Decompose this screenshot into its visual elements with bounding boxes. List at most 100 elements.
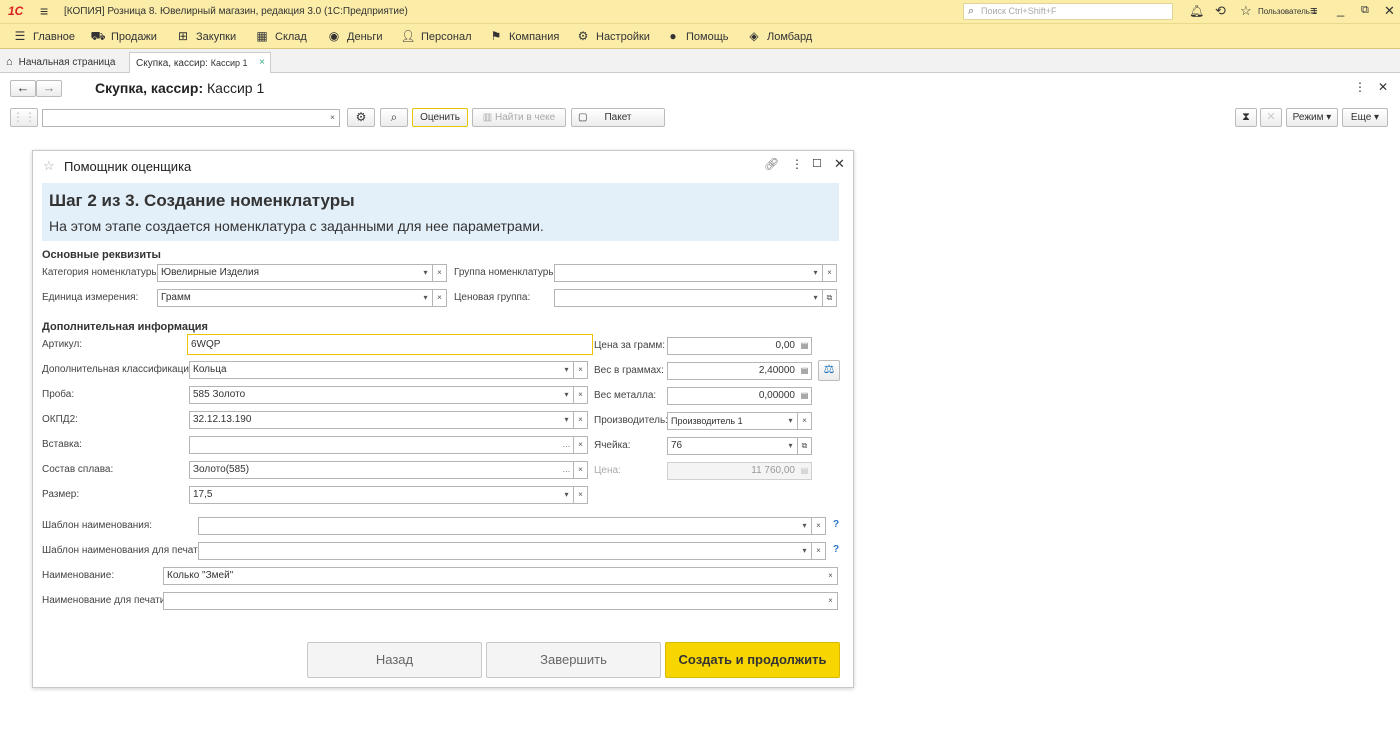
article-field[interactable]: 6WQP: [187, 334, 593, 355]
clear-icon[interactable]: ×: [433, 264, 447, 282]
dropdown-icon[interactable]: ▾: [798, 517, 812, 535]
print-name-field[interactable]: [163, 592, 825, 610]
size-field[interactable]: 17,5: [189, 486, 561, 504]
clear-icon[interactable]: ×: [824, 567, 838, 585]
clear-icon[interactable]: ×: [798, 412, 812, 430]
cell-field[interactable]: 76: [667, 437, 785, 455]
clear-icon[interactable]: ×: [574, 361, 588, 379]
keypad-button[interactable]: ⋮⋮: [10, 108, 38, 127]
menu-item-warehouse[interactable]: ▦ Склад: [254, 24, 307, 49]
forward-nav-button[interactable]: →: [36, 80, 62, 97]
back-button[interactable]: Назад: [307, 642, 482, 678]
extra-class-field[interactable]: Кольца: [189, 361, 561, 379]
history-icon[interactable]: ⟲: [1215, 3, 1226, 19]
calculator-icon[interactable]: ▤: [798, 337, 812, 355]
clear-icon[interactable]: ×: [812, 542, 826, 560]
dropdown-icon[interactable]: ▾: [419, 289, 433, 307]
dropdown-icon[interactable]: ▾: [809, 289, 823, 307]
clear-icon[interactable]: ×: [326, 109, 340, 127]
favorites-icon[interactable]: ☆: [1240, 3, 1252, 19]
calculator-icon[interactable]: ▤: [798, 387, 812, 405]
weight-grams-field[interactable]: 2,40000: [667, 362, 799, 380]
clear-icon[interactable]: ×: [433, 289, 447, 307]
alloy-field[interactable]: Золото(585): [189, 461, 561, 479]
category-field[interactable]: Ювелирные Изделия: [157, 264, 420, 282]
dropdown-icon[interactable]: ▾: [419, 264, 433, 282]
dropdown-icon[interactable]: ▾: [798, 542, 812, 560]
probe-field[interactable]: 585 Золото: [189, 386, 561, 404]
main-menu-icon[interactable]: ≡: [40, 3, 48, 19]
link-icon[interactable]: 🔗︎: [764, 157, 779, 171]
menu-item-sales[interactable]: ⛟ Продажи: [90, 24, 157, 49]
clear-icon[interactable]: ×: [824, 592, 838, 610]
find-in-receipt-button[interactable]: ▥ Найти в чеке: [472, 108, 566, 127]
clear-icon[interactable]: ×: [574, 436, 588, 454]
settings-menu-icon[interactable]: ≡: [1310, 3, 1318, 18]
dropdown-icon[interactable]: ▾: [560, 411, 574, 429]
dropdown-icon[interactable]: ▾: [809, 264, 823, 282]
global-search-input[interactable]: ⌕ Поиск Ctrl+Shift+F: [963, 3, 1173, 20]
print-template-field[interactable]: [198, 542, 799, 560]
dropdown-icon[interactable]: ▾: [784, 437, 798, 455]
group-field[interactable]: [554, 264, 810, 282]
manufacturer-field[interactable]: Производитель 1: [667, 412, 785, 430]
menu-item-purchases[interactable]: ⊞ Закупки: [175, 24, 236, 49]
dropdown-icon[interactable]: ▾: [560, 486, 574, 504]
dropdown-icon[interactable]: ▾: [560, 361, 574, 379]
evaluate-button[interactable]: Оценить: [412, 108, 468, 127]
notifications-icon[interactable]: 🔔︎: [1189, 4, 1204, 18]
price-group-field[interactable]: [554, 289, 810, 307]
search-button[interactable]: ⌕: [380, 108, 408, 127]
finish-button[interactable]: Завершить: [486, 642, 661, 678]
menu-item-personnel[interactable]: 👤︎ Персонал: [400, 24, 471, 49]
name-field[interactable]: Колько "Змей": [163, 567, 825, 585]
price-per-gram-field[interactable]: 0,00: [667, 337, 799, 355]
settings-button[interactable]: ⚙: [347, 108, 375, 127]
menu-item-pawnshop[interactable]: ◈ Ломбард: [746, 24, 812, 49]
clear-icon[interactable]: ×: [574, 386, 588, 404]
maximize-icon[interactable]: ☐: [812, 157, 822, 170]
calculator-icon[interactable]: ▤: [798, 362, 812, 380]
open-icon[interactable]: ⧉: [823, 289, 837, 307]
more-vertical-icon[interactable]: ⋮: [791, 157, 803, 171]
clear-icon[interactable]: ×: [574, 411, 588, 429]
clear-icon[interactable]: ×: [574, 461, 588, 479]
mode-dropdown[interactable]: Режим ▾: [1286, 108, 1338, 127]
cancel-x-button[interactable]: ✕: [1260, 108, 1282, 127]
metal-weight-field[interactable]: 0,00000: [667, 387, 799, 405]
restore-icon[interactable]: ⧉: [1361, 4, 1369, 17]
user-name[interactable]: Пользователь 1: [1258, 7, 1317, 16]
hourglass-button[interactable]: ⧗: [1235, 108, 1257, 127]
window-close-icon[interactable]: ✕: [1378, 80, 1388, 94]
menu-item-money[interactable]: ◉ Деньги: [326, 24, 383, 49]
select-icon[interactable]: …: [560, 436, 574, 454]
tab-home[interactable]: ⌂ Начальная страница: [6, 52, 126, 73]
menu-item-settings[interactable]: ⚙ Настройки: [575, 24, 650, 49]
clear-icon[interactable]: ×: [823, 264, 837, 282]
scales-button[interactable]: ⚖: [818, 360, 840, 381]
create-and-continue-button[interactable]: Создать и продолжить: [665, 642, 840, 678]
barcode-input[interactable]: [42, 109, 327, 127]
close-tab-icon[interactable]: ×: [259, 53, 265, 73]
package-button[interactable]: ▢ Пакет: [571, 108, 665, 127]
dropdown-icon[interactable]: ▾: [784, 412, 798, 430]
menu-item-company[interactable]: ⚑ Компания: [488, 24, 560, 49]
insert-field[interactable]: [189, 436, 561, 454]
dropdown-icon[interactable]: ▾: [560, 386, 574, 404]
close-icon[interactable]: ✕: [1384, 3, 1395, 19]
select-icon[interactable]: …: [560, 461, 574, 479]
unit-field[interactable]: Грамм: [157, 289, 420, 307]
clear-icon[interactable]: ×: [812, 517, 826, 535]
tab-purchase-cashier[interactable]: Скупка, кассир: Кассир 1 ×: [129, 52, 271, 73]
help-question-icon[interactable]: ?: [833, 519, 839, 530]
name-template-field[interactable]: [198, 517, 799, 535]
more-vertical-icon[interactable]: ⋮: [1354, 80, 1366, 94]
back-nav-button[interactable]: ←: [10, 80, 36, 97]
clear-icon[interactable]: ×: [574, 486, 588, 504]
favorite-star-icon[interactable]: ☆: [43, 158, 55, 174]
help-question-icon[interactable]: ?: [833, 544, 839, 555]
okpd-field[interactable]: 32.12.13.190: [189, 411, 561, 429]
close-icon[interactable]: ✕: [834, 156, 845, 172]
menu-item-main[interactable]: ☰ Главное: [12, 24, 75, 49]
minimize-icon[interactable]: _: [1337, 2, 1344, 17]
